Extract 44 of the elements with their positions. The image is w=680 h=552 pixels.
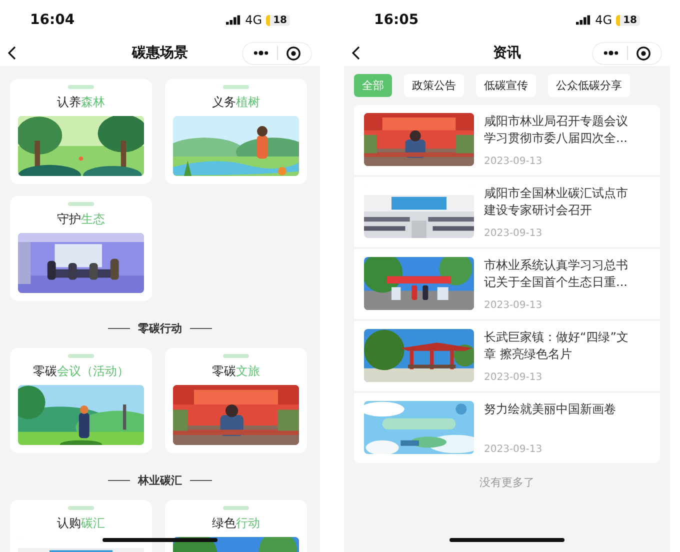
card-title: 零碳会议（活动） xyxy=(33,363,129,380)
back-icon[interactable] xyxy=(352,46,360,60)
category-tab[interactable]: 政策公告 xyxy=(404,74,464,97)
news-title[interactable]: 努力绘就美丽中国新画卷 xyxy=(484,401,636,418)
battery-indicator: 18 xyxy=(266,14,290,26)
signal-icon xyxy=(226,15,242,25)
news-date: 2023-09-13 xyxy=(484,228,544,239)
news-title[interactable]: 咸阳市全国林业碳汇试点市建设专家研讨会召开 xyxy=(484,185,636,219)
news-date: 2023-09-13 xyxy=(484,444,544,455)
card-title: 守护生态 xyxy=(57,211,105,228)
page-title: 资讯 xyxy=(493,44,521,62)
signal-icon xyxy=(576,15,592,25)
news-date: 2023-09-13 xyxy=(484,156,544,167)
scene-card[interactable]: 零碳会议（活动） xyxy=(10,348,152,453)
news-title[interactable]: 市林业系统认真学习习总书记关于全国首个生态日重... xyxy=(484,257,636,291)
scene-card[interactable]: 绿色行动 xyxy=(165,500,307,552)
card-title: 绿色行动 xyxy=(212,515,260,532)
news-date: 2023-09-13 xyxy=(484,372,544,383)
news-title[interactable]: 咸阳市林业局召开专题会议学习贯彻市委八届四次全... xyxy=(484,113,636,147)
battery-indicator: 18 xyxy=(616,14,640,26)
scene-card[interactable]: 认养森林 xyxy=(10,79,152,184)
more-icon[interactable] xyxy=(603,50,619,56)
section-heading: 林业碳汇 xyxy=(138,473,182,488)
network-label: 4G xyxy=(245,13,262,27)
category-tab[interactable]: 低碳宣传 xyxy=(476,74,536,97)
category-tab[interactable]: 公众低碳分享 xyxy=(548,74,630,97)
card-title: 认购碳汇 xyxy=(57,515,105,532)
news-date: 2023-09-13 xyxy=(484,300,544,311)
card-title: 认养森林 xyxy=(57,94,105,111)
network-label: 4G xyxy=(595,13,612,27)
scene-card[interactable]: 守护生态 xyxy=(10,196,152,301)
news-title[interactable]: 长武巨家镇：做好“四绿”文章 擦亮绿色名片 xyxy=(484,329,636,363)
more-icon[interactable] xyxy=(253,50,269,56)
status-time: 16:05 xyxy=(374,12,419,28)
section-heading: 零碳行动 xyxy=(138,321,182,336)
scene-card[interactable]: 认购碳汇 xyxy=(10,500,152,552)
status-time: 16:04 xyxy=(30,12,75,28)
card-title: 义务植树 xyxy=(212,94,260,111)
page-title: 碳惠场景 xyxy=(132,44,188,62)
scene-card[interactable]: 零碳文旅 xyxy=(165,348,307,453)
card-title: 零碳文旅 xyxy=(212,363,260,380)
end-of-list-text: 没有更多了 xyxy=(478,475,536,490)
back-icon[interactable] xyxy=(8,46,16,60)
scene-card[interactable]: 义务植树 xyxy=(165,79,307,184)
